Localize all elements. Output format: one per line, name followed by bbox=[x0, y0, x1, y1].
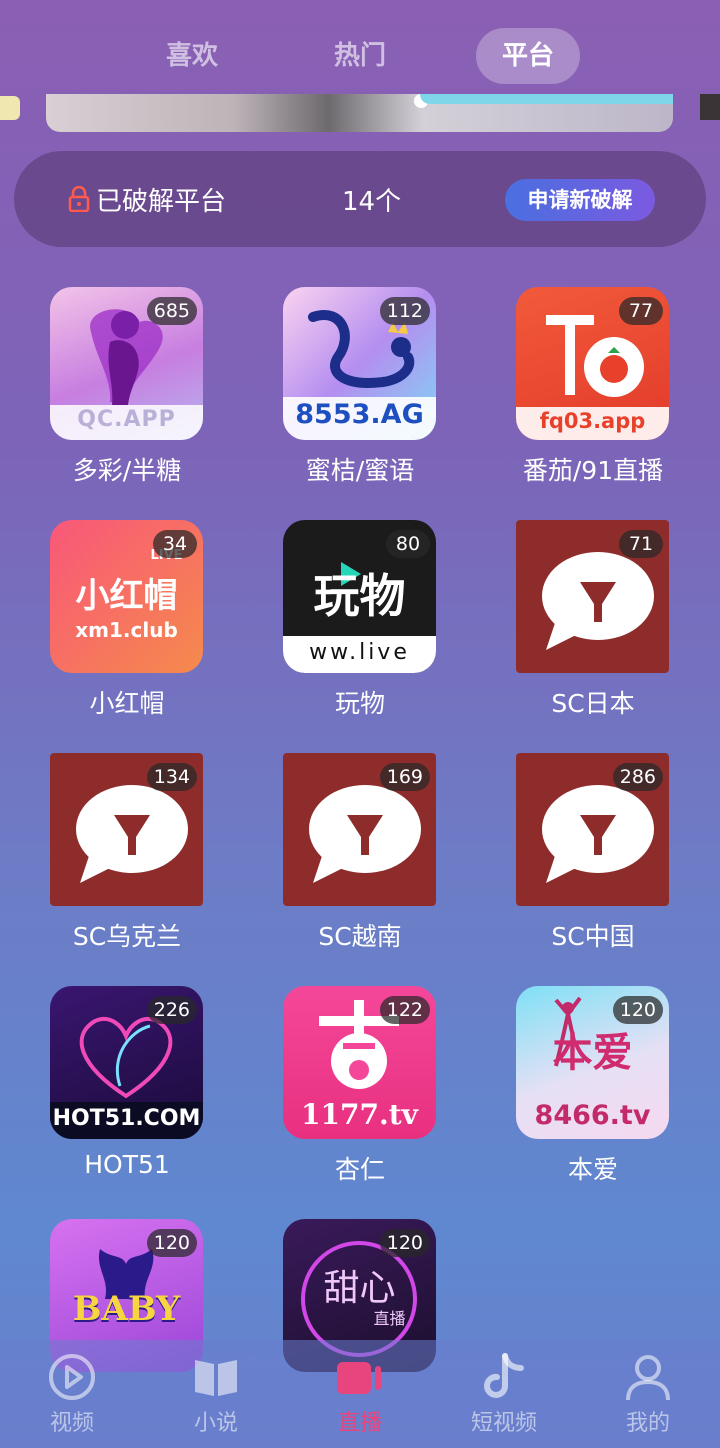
app-icon-text: 8553.AG bbox=[295, 399, 424, 430]
app-item[interactable]: 玩物 ww.live 80 玩物 bbox=[280, 520, 440, 730]
app-name: 番茄/91直播 bbox=[522, 456, 664, 485]
app-item[interactable]: 8553.AG 112 蜜桔/蜜语 bbox=[280, 287, 440, 497]
nav-item-novel[interactable]: 小说 bbox=[166, 1340, 266, 1448]
nav-label: 视频 bbox=[49, 1411, 94, 1436]
tab-likes[interactable]: 喜欢 bbox=[140, 28, 244, 84]
app-icon[interactable]: 本爱 8466.tv 120 bbox=[516, 986, 669, 1139]
app-name: SC中国 bbox=[551, 922, 635, 951]
app-item[interactable]: QC.APP 685 多彩/半糖 bbox=[47, 287, 207, 497]
app-icon-text: 甜心 bbox=[323, 1268, 396, 1309]
app-name: 蜜桔/蜜语 bbox=[305, 456, 415, 485]
app-name: SC越南 bbox=[318, 922, 402, 951]
app-icon[interactable]: 169 bbox=[283, 753, 436, 906]
app-name: SC日本 bbox=[551, 689, 635, 718]
app-icon[interactable]: 71 bbox=[516, 520, 669, 673]
banner-next-edge[interactable] bbox=[700, 94, 720, 120]
nav-label: 直播 bbox=[337, 1411, 382, 1436]
app-count-badge: 685 bbox=[146, 297, 197, 325]
cracked-platform-bar: 已破解平台 14个 申请新破解 bbox=[14, 151, 706, 247]
app-count-badge: 122 bbox=[379, 996, 430, 1024]
app-name: 玩物 bbox=[334, 689, 385, 718]
app-icon-subtext: xm1.club bbox=[75, 618, 178, 642]
book-icon bbox=[195, 1360, 237, 1396]
tab-hot[interactable]: 热门 bbox=[308, 28, 412, 84]
app-item[interactable]: 169 SC越南 bbox=[280, 753, 440, 963]
app-icon-subtext: ww.live bbox=[309, 640, 410, 665]
app-icon-text: QC.APP bbox=[77, 407, 176, 432]
app-icon[interactable]: QC.APP 685 bbox=[50, 287, 203, 440]
platform-count: 14个 bbox=[342, 187, 402, 217]
app-item[interactable]: 134 SC乌克兰 bbox=[47, 753, 207, 963]
app-icon-subtext: 8466.tv bbox=[534, 1100, 651, 1131]
app-icon[interactable]: 134 bbox=[50, 753, 203, 906]
app-count-badge: 77 bbox=[619, 297, 663, 325]
app-icon-text: HOT51.COM bbox=[52, 1106, 201, 1131]
apply-new-crack-button[interactable]: 申请新破解 bbox=[505, 179, 655, 221]
app-name: SC乌克兰 bbox=[72, 922, 182, 951]
app-count-badge: 120 bbox=[612, 996, 663, 1024]
app-icon[interactable]: 1177.tv 122 bbox=[283, 986, 436, 1139]
app-icon-text: 小红帽 bbox=[75, 576, 178, 616]
live-camera-icon bbox=[337, 1362, 381, 1394]
app-count-badge: 34 bbox=[153, 530, 197, 558]
app-count-badge: 120 bbox=[146, 1229, 197, 1257]
app-name: 本爱 bbox=[567, 1155, 618, 1184]
app-count-badge: 71 bbox=[619, 530, 663, 558]
nav-label: 短视频 bbox=[470, 1411, 537, 1436]
app-name: 杏仁 bbox=[334, 1155, 385, 1184]
nav-label: 小说 bbox=[193, 1411, 238, 1436]
app-item[interactable]: 286 SC中国 bbox=[513, 753, 673, 963]
app-icon[interactable]: 286 bbox=[516, 753, 669, 906]
nav-item-video[interactable]: 视频 bbox=[22, 1340, 122, 1448]
app-icon[interactable]: LIVE 小红帽 xm1.club 34 bbox=[50, 520, 203, 673]
app-icon-subtext: 直播 bbox=[373, 1309, 406, 1328]
user-icon bbox=[626, 1355, 670, 1401]
bottom-nav-bar: 视频 小说 直播 短视频 我的 bbox=[0, 1340, 720, 1448]
app-count-badge: 80 bbox=[386, 530, 430, 558]
app-icon-text: 本爱 bbox=[552, 1030, 633, 1076]
app-count-badge: 226 bbox=[146, 996, 197, 1024]
app-item[interactable]: 1177.tv 122 杏仁 bbox=[280, 986, 440, 1196]
nav-item-short-video[interactable]: 短视频 bbox=[454, 1340, 554, 1448]
app-name: HOT51 bbox=[84, 1150, 170, 1179]
play-circle-icon bbox=[49, 1354, 95, 1400]
lock-icon bbox=[68, 186, 90, 212]
app-count-badge: 169 bbox=[379, 763, 430, 791]
music-note-icon bbox=[484, 1353, 524, 1398]
app-icon-text: fq03.app bbox=[539, 409, 646, 433]
banner-text-strip bbox=[420, 94, 673, 104]
app-name: 小红帽 bbox=[89, 689, 165, 718]
top-tab-bar: 喜欢 热门 平台 bbox=[0, 0, 720, 96]
app-count-badge: 134 bbox=[146, 763, 197, 791]
app-item[interactable]: 71 SC日本 bbox=[513, 520, 673, 730]
cracked-platform-label: 已破解平台 bbox=[96, 187, 227, 217]
app-icon[interactable]: HOT51.COM 226 bbox=[50, 986, 203, 1139]
banner-image[interactable] bbox=[46, 94, 673, 132]
app-item[interactable]: fq03.app 77 番茄/91直播 bbox=[513, 287, 673, 497]
app-icon[interactable]: 玩物 ww.live 80 bbox=[283, 520, 436, 673]
nav-item-profile[interactable]: 我的 bbox=[598, 1340, 698, 1448]
app-item[interactable]: 本爱 8466.tv 120 本爱 bbox=[513, 986, 673, 1196]
app-icon-text: BABY bbox=[72, 1289, 181, 1329]
app-item[interactable]: HOT51.COM 226 HOT51 bbox=[47, 986, 207, 1196]
banner-prev-edge[interactable] bbox=[0, 96, 20, 120]
nav-label: 我的 bbox=[625, 1411, 670, 1436]
app-item[interactable]: LIVE 小红帽 xm1.club 34 小红帽 bbox=[47, 520, 207, 730]
app-count-badge: 112 bbox=[379, 297, 430, 325]
app-icon-text: 玩物 bbox=[313, 569, 406, 623]
app-icon[interactable]: 8553.AG 112 bbox=[283, 287, 436, 440]
nav-item-live[interactable]: 直播 bbox=[310, 1340, 410, 1448]
app-name: 多彩/半糖 bbox=[72, 456, 182, 485]
tab-platform[interactable]: 平台 bbox=[476, 28, 580, 84]
app-count-badge: 120 bbox=[379, 1229, 430, 1257]
app-count-badge: 286 bbox=[612, 763, 663, 791]
app-icon[interactable]: fq03.app 77 bbox=[516, 287, 669, 440]
app-icon-text: 1177.tv bbox=[301, 1098, 418, 1131]
